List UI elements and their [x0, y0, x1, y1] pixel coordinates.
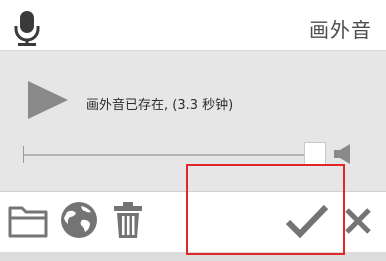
- play-icon[interactable]: [26, 79, 70, 121]
- player-area: 画外音已存在, (3.3 秒钟): [0, 51, 386, 191]
- trash-icon[interactable]: [110, 200, 146, 240]
- folder-icon[interactable]: [7, 200, 49, 240]
- close-icon[interactable]: [342, 204, 374, 238]
- checkmark-icon[interactable]: [284, 202, 330, 240]
- microphone-icon: [14, 11, 40, 46]
- dialog-header: 画外音: [0, 0, 386, 51]
- voiceover-dialog: 画外音 画外音已存在, (3.3 秒钟): [0, 0, 386, 261]
- dialog-title: 画外音: [309, 18, 372, 42]
- slider-handle[interactable]: [304, 142, 326, 166]
- playback-slider[interactable]: [24, 154, 324, 156]
- volume-icon[interactable]: [333, 143, 353, 165]
- bottom-strip: [0, 252, 386, 261]
- globe-icon[interactable]: [58, 200, 100, 240]
- status-text: 画外音已存在, (3.3 秒钟): [86, 98, 234, 113]
- bottom-toolbar: [0, 191, 386, 253]
